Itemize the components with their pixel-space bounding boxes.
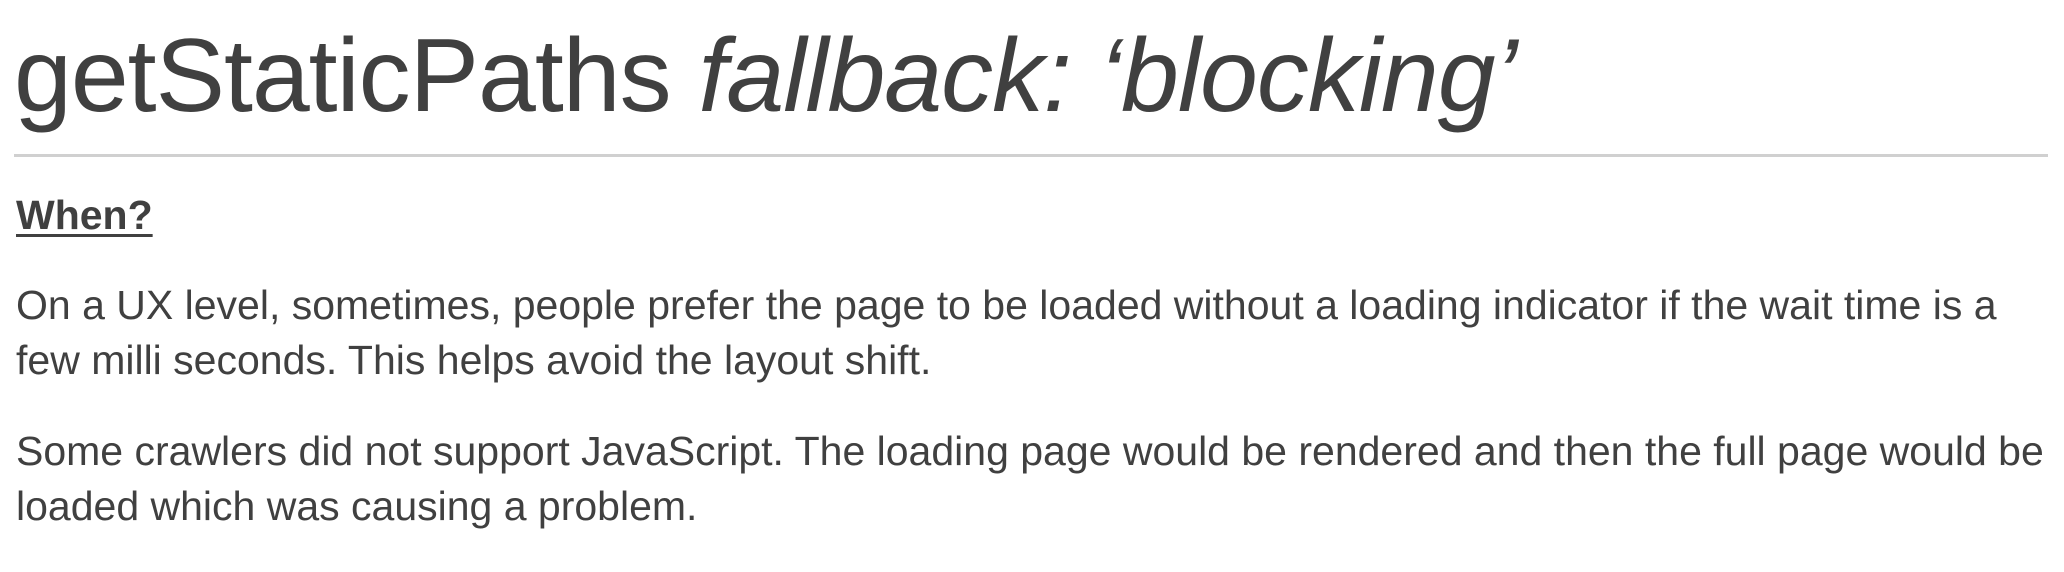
title-italic-text: fallback: ‘blocking’: [698, 18, 1518, 134]
title-divider: [14, 154, 2048, 157]
title-plain-text: getStaticPaths: [14, 18, 699, 134]
paragraph-crawlers: Some crawlers did not support JavaScript…: [16, 428, 2044, 529]
slide: getStaticPaths fallback: ‘blocking’ When…: [0, 0, 2064, 572]
paragraph-ux-level: On a UX level, sometimes, people prefer …: [16, 282, 1997, 383]
slide-title: getStaticPaths fallback: ‘blocking’: [14, 6, 1518, 146]
section-label-when: When?: [16, 192, 153, 238]
